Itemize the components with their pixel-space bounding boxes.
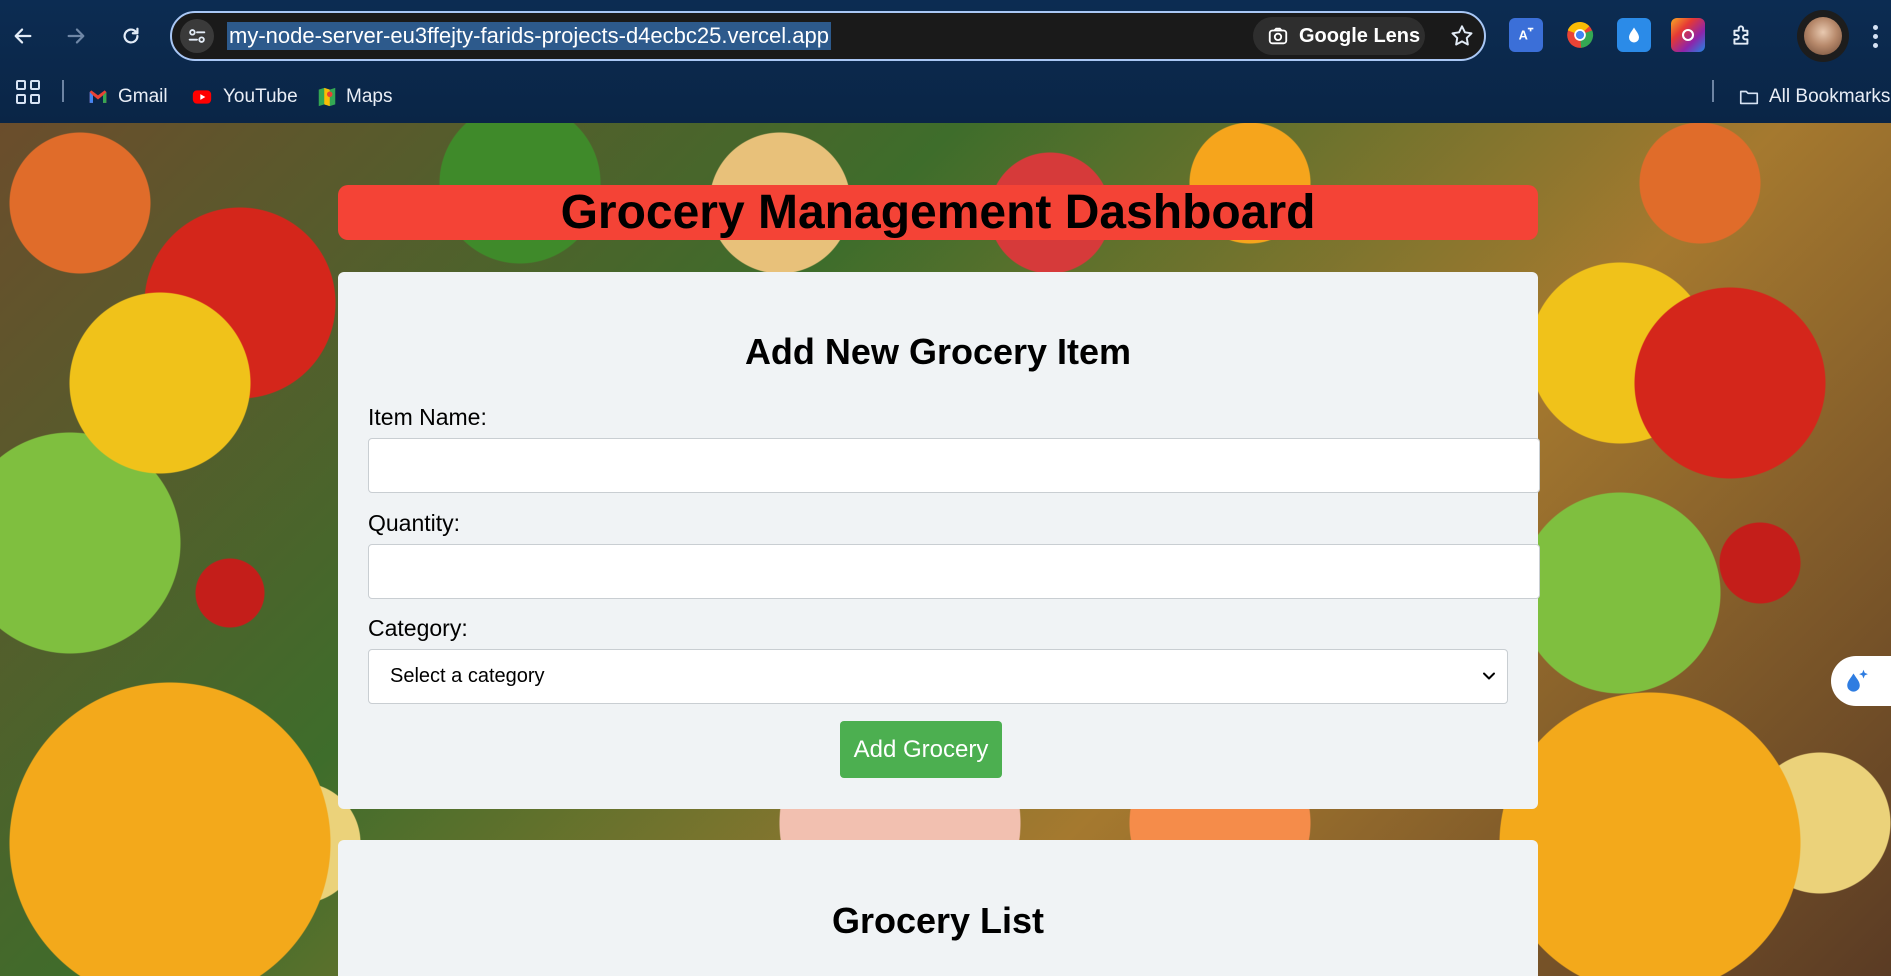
google-lens-label: Google Lens xyxy=(1299,24,1421,47)
water-drop-extension-icon[interactable] xyxy=(1617,18,1651,52)
bookmark-maps[interactable]: Maps xyxy=(316,80,392,114)
star-icon xyxy=(1451,25,1473,46)
bookmark-youtube[interactable]: YouTube xyxy=(189,80,298,114)
grocery-list-heading: Grocery List xyxy=(831,900,1045,941)
bookmark-youtube-label: YouTube xyxy=(223,86,298,107)
bookmark-star-button[interactable] xyxy=(1444,18,1480,54)
url-text[interactable]: my-node-server-eu3ffejty-farids-projects… xyxy=(227,22,831,50)
browser-toolbar: my-node-server-eu3ffejty-farids-projects… xyxy=(0,0,1891,72)
address-bar[interactable]: my-node-server-eu3ffejty-farids-projects… xyxy=(170,11,1486,61)
item-name-input[interactable] xyxy=(368,438,1540,493)
back-button[interactable] xyxy=(4,17,42,55)
google-lens-button[interactable]: Google Lens xyxy=(1253,17,1425,55)
forward-arrow-icon xyxy=(67,28,85,44)
bookmarks-separator xyxy=(62,80,64,102)
category-select-value: Select a category xyxy=(390,665,545,687)
reload-button[interactable] xyxy=(112,17,150,55)
bookmarks-separator-right xyxy=(1712,80,1714,102)
svg-text:A: A xyxy=(1519,28,1528,43)
add-grocery-form: Add New Grocery Item Item Name: Quantity… xyxy=(338,272,1540,809)
all-bookmarks-label: All Bookmarks xyxy=(1769,86,1891,107)
item-name-label: Item Name: xyxy=(368,404,487,430)
page-title: Grocery Management Dashboard xyxy=(560,186,1316,239)
back-arrow-icon xyxy=(14,28,32,44)
camera-lens-icon xyxy=(1268,27,1288,45)
category-select[interactable]: Select a category xyxy=(368,649,1508,704)
folder-icon xyxy=(1739,90,1759,105)
all-bookmarks-button[interactable]: All Bookmarks xyxy=(1737,80,1890,114)
site-info-icon[interactable] xyxy=(180,19,214,53)
translate-extension-icon[interactable]: A xyxy=(1509,18,1543,52)
chrome-color-extension-icon[interactable] xyxy=(1563,18,1597,52)
bookmark-gmail[interactable]: Gmail xyxy=(86,80,168,114)
apps-grid-icon[interactable] xyxy=(16,80,40,104)
quantity-label: Quantity: xyxy=(368,510,461,536)
reload-icon xyxy=(123,27,139,44)
add-grocery-button[interactable]: Add Grocery xyxy=(840,721,1002,778)
browser-chrome: my-node-server-eu3ffejty-farids-projects… xyxy=(0,0,1891,123)
bookmark-maps-label: Maps xyxy=(346,86,393,107)
quantity-input[interactable] xyxy=(368,544,1540,599)
sparkle-drop-icon xyxy=(1847,669,1868,692)
maps-icon xyxy=(318,87,336,107)
browser-menu-button[interactable] xyxy=(1863,18,1887,54)
profile-avatar[interactable] xyxy=(1797,10,1849,62)
chevron-down-icon xyxy=(1483,672,1495,680)
extensions-puzzle-icon[interactable] xyxy=(1725,18,1759,52)
gmail-icon xyxy=(89,90,107,103)
profile-photo xyxy=(1804,17,1842,55)
page-background: Grocery Management Dashboard Add New Gro… xyxy=(0,123,1891,976)
forward-button[interactable] xyxy=(57,17,95,55)
youtube-icon xyxy=(192,90,212,104)
floating-assistant-widget[interactable] xyxy=(1831,656,1891,706)
category-label: Category: xyxy=(368,615,468,641)
form-heading: Add New Grocery Item xyxy=(744,331,1132,372)
bookmark-gmail-label: Gmail xyxy=(118,86,168,107)
color-picker-extension-icon[interactable] xyxy=(1671,18,1705,52)
grocery-list-panel: Grocery List xyxy=(338,840,1538,976)
dashboard-title-bar: Grocery Management Dashboard xyxy=(338,185,1538,240)
